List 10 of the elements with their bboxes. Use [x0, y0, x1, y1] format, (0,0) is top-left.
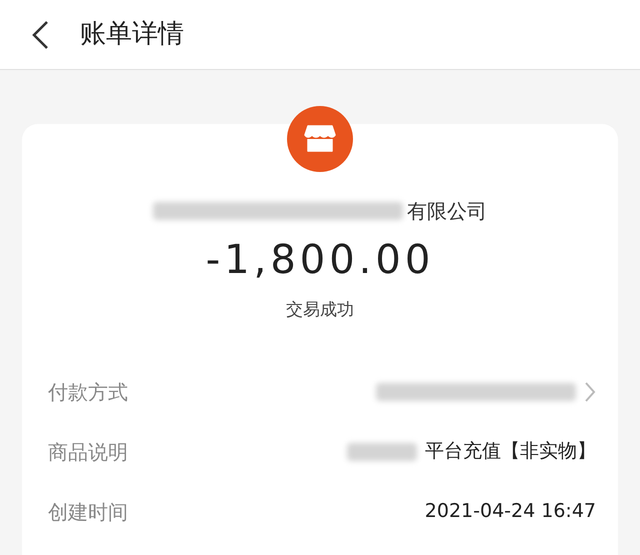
status-text: 交易成功: [286, 299, 354, 322]
back-icon: [30, 20, 50, 50]
detail-label: 付款方式: [48, 378, 128, 406]
merchant-name: 有限公司: [407, 198, 487, 225]
amount: -1,800.00: [206, 236, 434, 285]
page-title: 账单详情: [80, 18, 184, 51]
detail-value: 2021-04-24 16:47: [424, 499, 596, 524]
detail-label: 商品说明: [48, 438, 128, 466]
detail-value: 平台充值【非实物】: [425, 439, 596, 464]
detail-label: 创建时间: [48, 498, 128, 526]
